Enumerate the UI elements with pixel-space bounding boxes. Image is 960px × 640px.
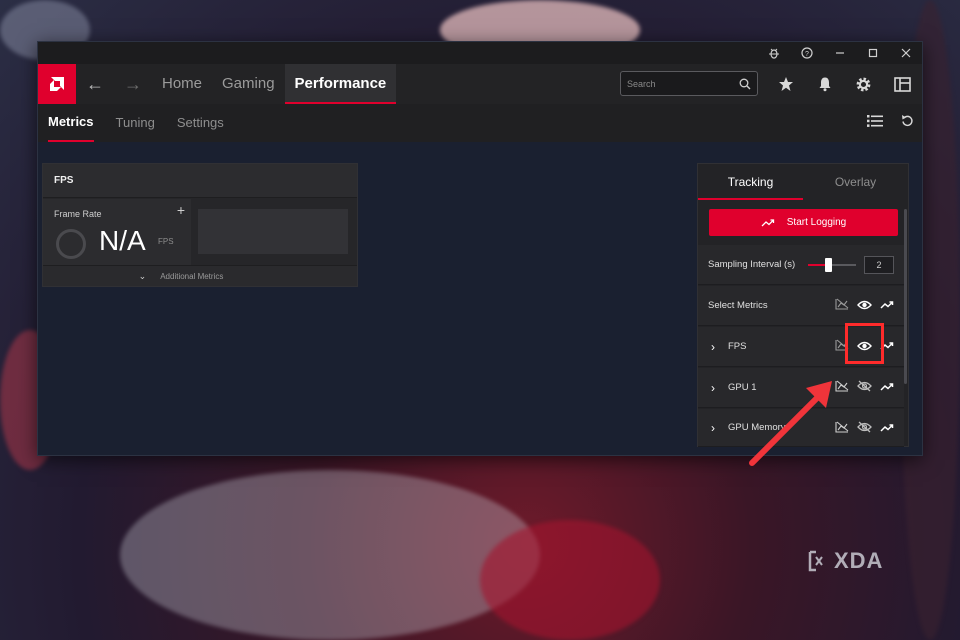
maximize-icon[interactable] <box>856 42 889 64</box>
tab-overlay[interactable]: Overlay <box>803 164 908 200</box>
layout-icon[interactable] <box>883 76 922 92</box>
chevron-right-icon[interactable]: › <box>698 421 728 435</box>
search-input[interactable]: Search <box>620 71 758 96</box>
sampling-interval-slider[interactable] <box>808 258 856 272</box>
main-nav: ← → Home Gaming Performance Search <box>38 64 922 104</box>
svg-text:?: ? <box>805 51 809 58</box>
select-metrics-label: Select Metrics <box>708 300 768 311</box>
sub-nav: Metrics Tuning Settings <box>38 104 922 142</box>
trend-up-icon[interactable] <box>880 379 894 397</box>
annotation-highlight-box <box>845 323 884 364</box>
xda-bracket-icon <box>808 550 823 572</box>
frame-rate-label: Frame Rate <box>54 209 102 219</box>
nav-tab-home[interactable]: Home <box>152 64 212 104</box>
forward-arrow-icon[interactable]: → <box>114 74 152 95</box>
eye-icon[interactable] <box>857 297 872 315</box>
select-metrics-row: Select Metrics <box>698 286 904 326</box>
metric-gpu1-icons <box>835 368 894 408</box>
tab-settings[interactable]: Settings <box>177 104 224 142</box>
chevron-right-icon[interactable]: › <box>698 340 728 354</box>
search-icon <box>739 78 751 89</box>
tracking-tabs: Tracking Overlay <box>698 164 908 200</box>
nav-tab-performance[interactable]: Performance <box>284 64 397 104</box>
amd-logo[interactable] <box>38 64 76 104</box>
xda-watermark: XDA <box>808 548 883 574</box>
nav-icon-group <box>766 64 922 104</box>
bug-icon[interactable] <box>757 42 790 64</box>
eye-off-icon[interactable] <box>857 420 872 438</box>
gear-icon[interactable] <box>844 76 883 93</box>
list-view-icon[interactable] <box>867 114 883 132</box>
frame-rate-unit: FPS <box>158 237 174 246</box>
help-icon[interactable]: ? <box>790 42 823 64</box>
gauge-ring-icon <box>56 229 86 259</box>
sampling-interval-field[interactable]: 2 <box>864 256 894 274</box>
tab-tuning[interactable]: Tuning <box>116 104 155 142</box>
reset-icon[interactable] <box>901 114 914 132</box>
star-icon[interactable] <box>766 76 805 92</box>
title-bar: ? <box>38 42 922 64</box>
metric-label-fps: FPS <box>728 341 747 352</box>
panel-scrollbar[interactable] <box>904 209 907 384</box>
xda-text: XDA <box>834 548 884 573</box>
tab-tracking[interactable]: Tracking <box>698 164 803 200</box>
eye-off-icon[interactable] <box>857 379 872 397</box>
sampling-interval-row: Sampling Interval (s) 2 <box>698 245 904 285</box>
fps-card-title: FPS <box>43 164 357 198</box>
nav-tab-gaming[interactable]: Gaming <box>212 64 285 104</box>
chevron-down-icon: ⌄ <box>138 270 147 281</box>
tab-metrics[interactable]: Metrics <box>48 104 94 142</box>
sub-nav-icons <box>867 104 914 142</box>
fps-card: FPS Frame Rate + N/A FPS ⌄ Additional Me… <box>42 163 358 287</box>
additional-metrics-toggle[interactable]: ⌄ Additional Metrics <box>43 265 357 286</box>
slider-handle[interactable] <box>825 258 833 272</box>
chevron-right-icon[interactable]: › <box>698 381 728 395</box>
bell-icon[interactable] <box>805 76 844 92</box>
frame-rate-graph <box>198 209 348 254</box>
sampling-interval-label: Sampling Interval (s) <box>708 259 796 270</box>
frame-rate-tile[interactable]: Frame Rate + N/A FPS <box>43 199 191 265</box>
start-logging-button[interactable]: Start Logging <box>709 209 898 236</box>
additional-metrics-label: Additional Metrics <box>160 271 224 281</box>
close-icon[interactable] <box>889 42 922 64</box>
search-placeholder: Search <box>627 78 656 89</box>
frame-rate-value: N/A <box>99 225 146 256</box>
trend-icon <box>761 218 774 226</box>
trend-up-icon[interactable] <box>880 297 894 315</box>
trend-up-icon[interactable] <box>880 420 894 438</box>
metric-gpu-memory-icons <box>835 409 894 449</box>
back-arrow-icon[interactable]: ← <box>76 74 114 95</box>
annotation-arrow <box>749 381 832 466</box>
start-logging-label: Start Logging <box>786 217 847 228</box>
hide-chart-icon[interactable] <box>835 297 849 315</box>
select-metrics-icons <box>835 286 894 326</box>
minimize-icon[interactable] <box>823 42 856 64</box>
add-metric-icon[interactable]: + <box>177 202 185 218</box>
